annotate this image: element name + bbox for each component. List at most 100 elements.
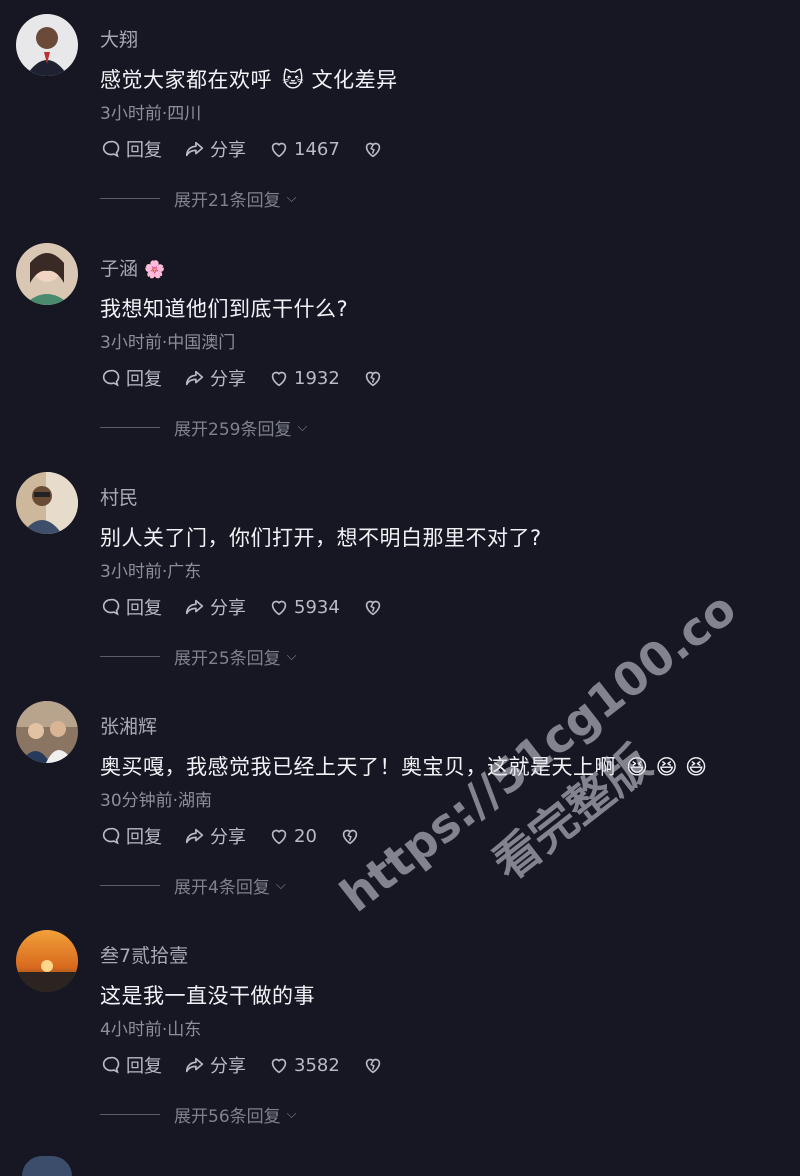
like-button[interactable]: 5934 xyxy=(268,596,340,618)
chevron-down-icon: ⌵ xyxy=(286,191,297,206)
flower-emoji: 🌸 xyxy=(144,260,166,280)
avatar[interactable] xyxy=(16,472,78,534)
username[interactable]: 子涵 🌸 xyxy=(100,254,165,281)
comment-meta: 3小时前·四川 xyxy=(100,104,202,124)
dislike-button[interactable] xyxy=(362,138,388,160)
heart-icon xyxy=(271,600,287,616)
comment-text: 我想知道他们到底干什么? xyxy=(100,297,349,321)
comment-item: 大翔 感觉大家都在欢呼 🐱 文化差异 3小时前·四川 回复 分享 1467 展开2… xyxy=(0,0,800,229)
dislike-button[interactable] xyxy=(362,596,388,618)
reply-button[interactable]: 回复 xyxy=(100,594,162,620)
like-button[interactable]: 1467 xyxy=(268,138,340,160)
comment-text: 这是我一直没干做的事 xyxy=(100,984,315,1008)
avatar[interactable] xyxy=(16,243,78,305)
avatar[interactable] xyxy=(16,14,78,76)
username[interactable]: 村民 xyxy=(100,483,138,510)
divider xyxy=(100,427,160,428)
share-label: 分享 xyxy=(210,369,246,390)
expand-replies[interactable]: 展开56条回复 ⌵ xyxy=(100,1102,297,1127)
chevron-down-icon: ⌵ xyxy=(286,649,297,664)
broken-heart-icon xyxy=(365,600,381,616)
chevron-down-icon: ⌵ xyxy=(297,420,308,435)
broken-heart-icon xyxy=(365,142,381,158)
expand-replies[interactable]: 展开259条回复 ⌵ xyxy=(100,415,307,440)
reply-label: 回复 xyxy=(126,369,162,390)
expand-label: 展开21条回复 xyxy=(174,191,281,211)
heart-icon xyxy=(271,1058,287,1074)
comment-item: 村民 别人关了门，你们打开，想不明白那里不对了? 3小时前·广东 回复 分享 5… xyxy=(0,458,800,687)
username[interactable]: 大翔 xyxy=(100,25,138,52)
share-button[interactable]: 分享 xyxy=(184,365,246,391)
expand-label: 展开25条回复 xyxy=(174,649,281,669)
laughing-emoji: 😆 😆 😆 xyxy=(626,755,708,779)
dislike-button[interactable] xyxy=(339,825,365,847)
comment-actions: 回复 分享 1467 xyxy=(100,134,410,164)
comment-meta: 3小时前·广东 xyxy=(100,562,202,582)
reply-icon xyxy=(102,598,120,616)
comment-item: 叁7贰拾壹 这是我一直没干做的事 4小时前·山东 回复 分享 3582 展开56… xyxy=(0,916,800,1145)
share-label: 分享 xyxy=(210,827,246,848)
share-icon xyxy=(185,1057,204,1073)
reply-label: 回复 xyxy=(126,827,162,848)
cat-emoji: 🐱 xyxy=(282,68,305,92)
avatar[interactable] xyxy=(16,930,78,992)
like-count: 1932 xyxy=(294,367,340,389)
like-count: 5934 xyxy=(294,596,340,618)
comment-item: 子涵 🌸 我想知道他们到底干什么? 3小时前·中国澳门 回复 分享 1932 展开… xyxy=(0,229,800,458)
broken-heart-icon xyxy=(365,371,381,387)
reply-button[interactable]: 回复 xyxy=(100,136,162,162)
like-count: 20 xyxy=(294,825,317,847)
avatar[interactable] xyxy=(22,1156,72,1176)
reply-icon xyxy=(102,1056,120,1074)
comment-meta: 30分钟前·湖南 xyxy=(100,791,213,811)
share-button[interactable]: 分享 xyxy=(184,594,246,620)
reply-icon xyxy=(102,827,120,845)
comment-text: 感觉大家都在欢呼 🐱 文化差异 xyxy=(100,68,398,92)
share-label: 分享 xyxy=(210,1056,246,1077)
dislike-button[interactable] xyxy=(362,367,388,389)
divider xyxy=(100,885,160,886)
chevron-down-icon: ⌵ xyxy=(286,1107,297,1122)
comment-actions: 回复 分享 5934 xyxy=(100,592,410,622)
share-button[interactable]: 分享 xyxy=(184,136,246,162)
comment-meta: 4小时前·山东 xyxy=(100,1020,202,1040)
reply-button[interactable]: 回复 xyxy=(100,365,162,391)
heart-icon xyxy=(271,829,287,845)
expand-replies[interactable]: 展开25条回复 ⌵ xyxy=(100,644,297,669)
share-button[interactable]: 分享 xyxy=(184,823,246,849)
comment-item: 张湘辉 奥买嘎，我感觉我已经上天了！奥宝贝，这就是天上啊 😆 😆 😆 30分钟前·… xyxy=(0,687,800,916)
share-icon xyxy=(185,599,204,615)
like-count: 1467 xyxy=(294,138,340,160)
expand-replies[interactable]: 展开4条回复 ⌵ xyxy=(100,873,286,898)
avatar[interactable] xyxy=(16,701,78,763)
like-button[interactable]: 1932 xyxy=(268,367,340,389)
comment-text: 奥买嘎，我感觉我已经上天了！奥宝贝，这就是天上啊 😆 😆 😆 xyxy=(100,755,708,779)
like-button[interactable]: 20 xyxy=(268,825,317,847)
divider xyxy=(100,198,160,199)
comment-actions: 回复 分享 20 xyxy=(100,821,387,851)
username[interactable]: 叁7贰拾壹 xyxy=(100,941,188,968)
reply-button[interactable]: 回复 xyxy=(100,1052,162,1078)
reply-icon xyxy=(102,140,120,158)
expand-label: 展开56条回复 xyxy=(174,1107,281,1127)
comment-feed: 大翔 感觉大家都在欢呼 🐱 文化差异 3小时前·四川 回复 分享 1467 展开2… xyxy=(0,0,800,1176)
share-button[interactable]: 分享 xyxy=(184,1052,246,1078)
expand-replies[interactable]: 展开21条回复 ⌵ xyxy=(100,186,297,211)
share-icon xyxy=(185,141,204,157)
divider xyxy=(100,1114,160,1115)
heart-icon xyxy=(271,371,287,387)
share-icon xyxy=(185,370,204,386)
expand-label: 展开259条回复 xyxy=(174,420,292,440)
expand-label: 展开4条回复 xyxy=(174,878,270,898)
broken-heart-icon xyxy=(342,829,358,845)
comment-actions: 回复 分享 3582 xyxy=(100,1050,410,1080)
reply-label: 回复 xyxy=(126,140,162,161)
username[interactable]: 张湘辉 xyxy=(100,712,157,739)
reply-button[interactable]: 回复 xyxy=(100,823,162,849)
dislike-button[interactable] xyxy=(362,1054,388,1076)
share-icon xyxy=(185,828,204,844)
like-button[interactable]: 3582 xyxy=(268,1054,340,1076)
share-label: 分享 xyxy=(210,140,246,161)
like-count: 3582 xyxy=(294,1054,340,1076)
reply-label: 回复 xyxy=(126,1056,162,1077)
